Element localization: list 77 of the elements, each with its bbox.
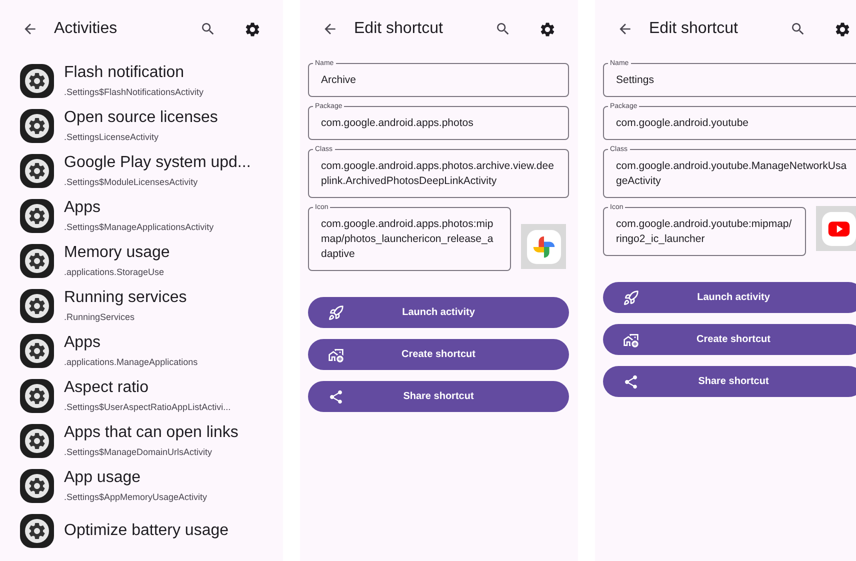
activity-title: Apps that can open links <box>64 422 238 443</box>
activity-title: Apps <box>64 198 102 218</box>
gear-app-icon <box>20 154 54 188</box>
activity-class: .Settings$ManageDomainUrlsActivity <box>64 446 214 458</box>
share-icon <box>623 374 639 390</box>
gear-app-icon <box>20 334 54 368</box>
activity-class: .Settings$ModuleLicensesActivity <box>64 176 199 188</box>
activity-class: .Settings$AppMemoryUsageActivity <box>64 492 208 504</box>
settings-icon[interactable] <box>834 20 851 38</box>
field-value: Archive <box>321 73 358 88</box>
activity-title: Flash notification <box>64 62 186 83</box>
activity-item[interactable]: Apps .Settings$ManageApplicationsActivity <box>20 193 283 238</box>
field-value: com.google.android.apps.photos:mipmap/photos_launchericon_release_adaptive <box>321 217 494 262</box>
activity-title: Aspect ratio <box>64 378 150 398</box>
back-icon[interactable] <box>322 21 338 37</box>
activity-item[interactable]: Memory usage .applications.StorageUse <box>20 238 283 283</box>
activity-item[interactable]: Running services .RunningServices <box>20 283 283 328</box>
settings-icon[interactable] <box>244 20 261 38</box>
gear-app-icon <box>20 424 54 458</box>
activity-class: .SettingsLicenseActivity <box>64 132 160 144</box>
field-value: com.google.android.youtube <box>616 116 750 131</box>
activity-title: Memory usage <box>64 242 170 263</box>
activity-item[interactable]: App usage .Settings$AppMemoryUsageActivity <box>20 463 283 508</box>
play-logo-icon <box>822 212 856 246</box>
gear-app-icon <box>20 64 54 98</box>
rocket-icon <box>328 304 344 320</box>
rocket-icon <box>623 290 639 306</box>
activity-title: Optimize battery usage <box>64 520 229 540</box>
activity-title: Apps <box>64 332 102 353</box>
back-icon[interactable] <box>22 21 38 37</box>
activity-title: Open source licenses <box>64 108 218 128</box>
screen-title: Activities <box>54 19 118 39</box>
activity-class: .Settings$FlashNotificationsActivity <box>64 86 204 98</box>
field-value: com.google.android.apps.photos <box>321 116 474 131</box>
activity-title: App usage <box>64 468 142 488</box>
activity-class: .Settings$ManageApplicationsActivity <box>64 222 214 234</box>
activity-item[interactable]: Apps .applications.ManageApplications <box>20 328 283 373</box>
activity-item[interactable]: Optimize battery usage <box>20 508 283 553</box>
add-home-icon <box>328 346 344 362</box>
action-button[interactable]: Share shortcut <box>308 381 569 412</box>
gear-app-icon <box>20 244 54 278</box>
settings-icon[interactable] <box>539 20 556 38</box>
activity-title: Running services <box>64 288 187 308</box>
search-icon[interactable] <box>790 21 806 37</box>
action-button[interactable]: Share shortcut <box>603 366 856 397</box>
field-value: com.google.android.youtube:mipmap/ringo2_ic_launcher <box>616 217 793 247</box>
gear-app-icon <box>20 514 54 548</box>
activity-class: .Settings$UserAspectRatioAppListActivi... <box>64 402 231 414</box>
pinwheel-logo-icon <box>526 230 560 264</box>
back-icon[interactable] <box>617 21 633 37</box>
action-button[interactable]: Create shortcut <box>603 324 856 355</box>
action-button[interactable]: Launch activity <box>603 282 856 313</box>
field-value: Settings <box>616 73 655 88</box>
search-icon[interactable] <box>495 21 511 37</box>
gear-app-icon <box>20 468 54 502</box>
activity-class: .applications.ManageApplications <box>64 356 198 368</box>
field-value: com.google.android.apps.photos.archive.view.deeplink.ArchivedPhotosDeepLinkActivity <box>321 159 555 189</box>
activity-title: Google Play system upd... <box>64 152 251 173</box>
action-button[interactable]: Create shortcut <box>308 339 569 370</box>
gear-app-icon <box>20 198 54 232</box>
activity-item[interactable]: Aspect ratio .Settings$UserAspectRatioAppListActivi... <box>20 373 283 418</box>
gear-app-icon <box>20 108 54 142</box>
screen-title: Edit shortcut <box>354 19 444 39</box>
action-button[interactable]: Launch activity <box>308 297 569 328</box>
activity-class: .RunningServices <box>64 312 136 324</box>
add-home-icon <box>623 332 639 348</box>
activity-item[interactable]: Google Play system upd... .Settings$ModuleLicensesActivity <box>20 148 283 193</box>
share-icon <box>328 388 344 404</box>
activity-class: .applications.StorageUse <box>64 266 166 278</box>
gear-app-icon <box>20 288 54 322</box>
activity-item[interactable]: Apps that can open links .Settings$ManageDomainUrlsActivity <box>20 418 283 463</box>
search-icon[interactable] <box>200 21 216 37</box>
gear-app-icon <box>20 378 54 412</box>
activity-item[interactable]: Open source licenses .SettingsLicenseActivity <box>20 103 283 148</box>
screen-title: Edit shortcut <box>649 19 739 39</box>
activity-item[interactable]: Flash notification .Settings$FlashNotificationsActivity <box>20 58 283 103</box>
field-value: com.google.android.youtube.ManageNetworkUsageActivity <box>616 159 848 189</box>
